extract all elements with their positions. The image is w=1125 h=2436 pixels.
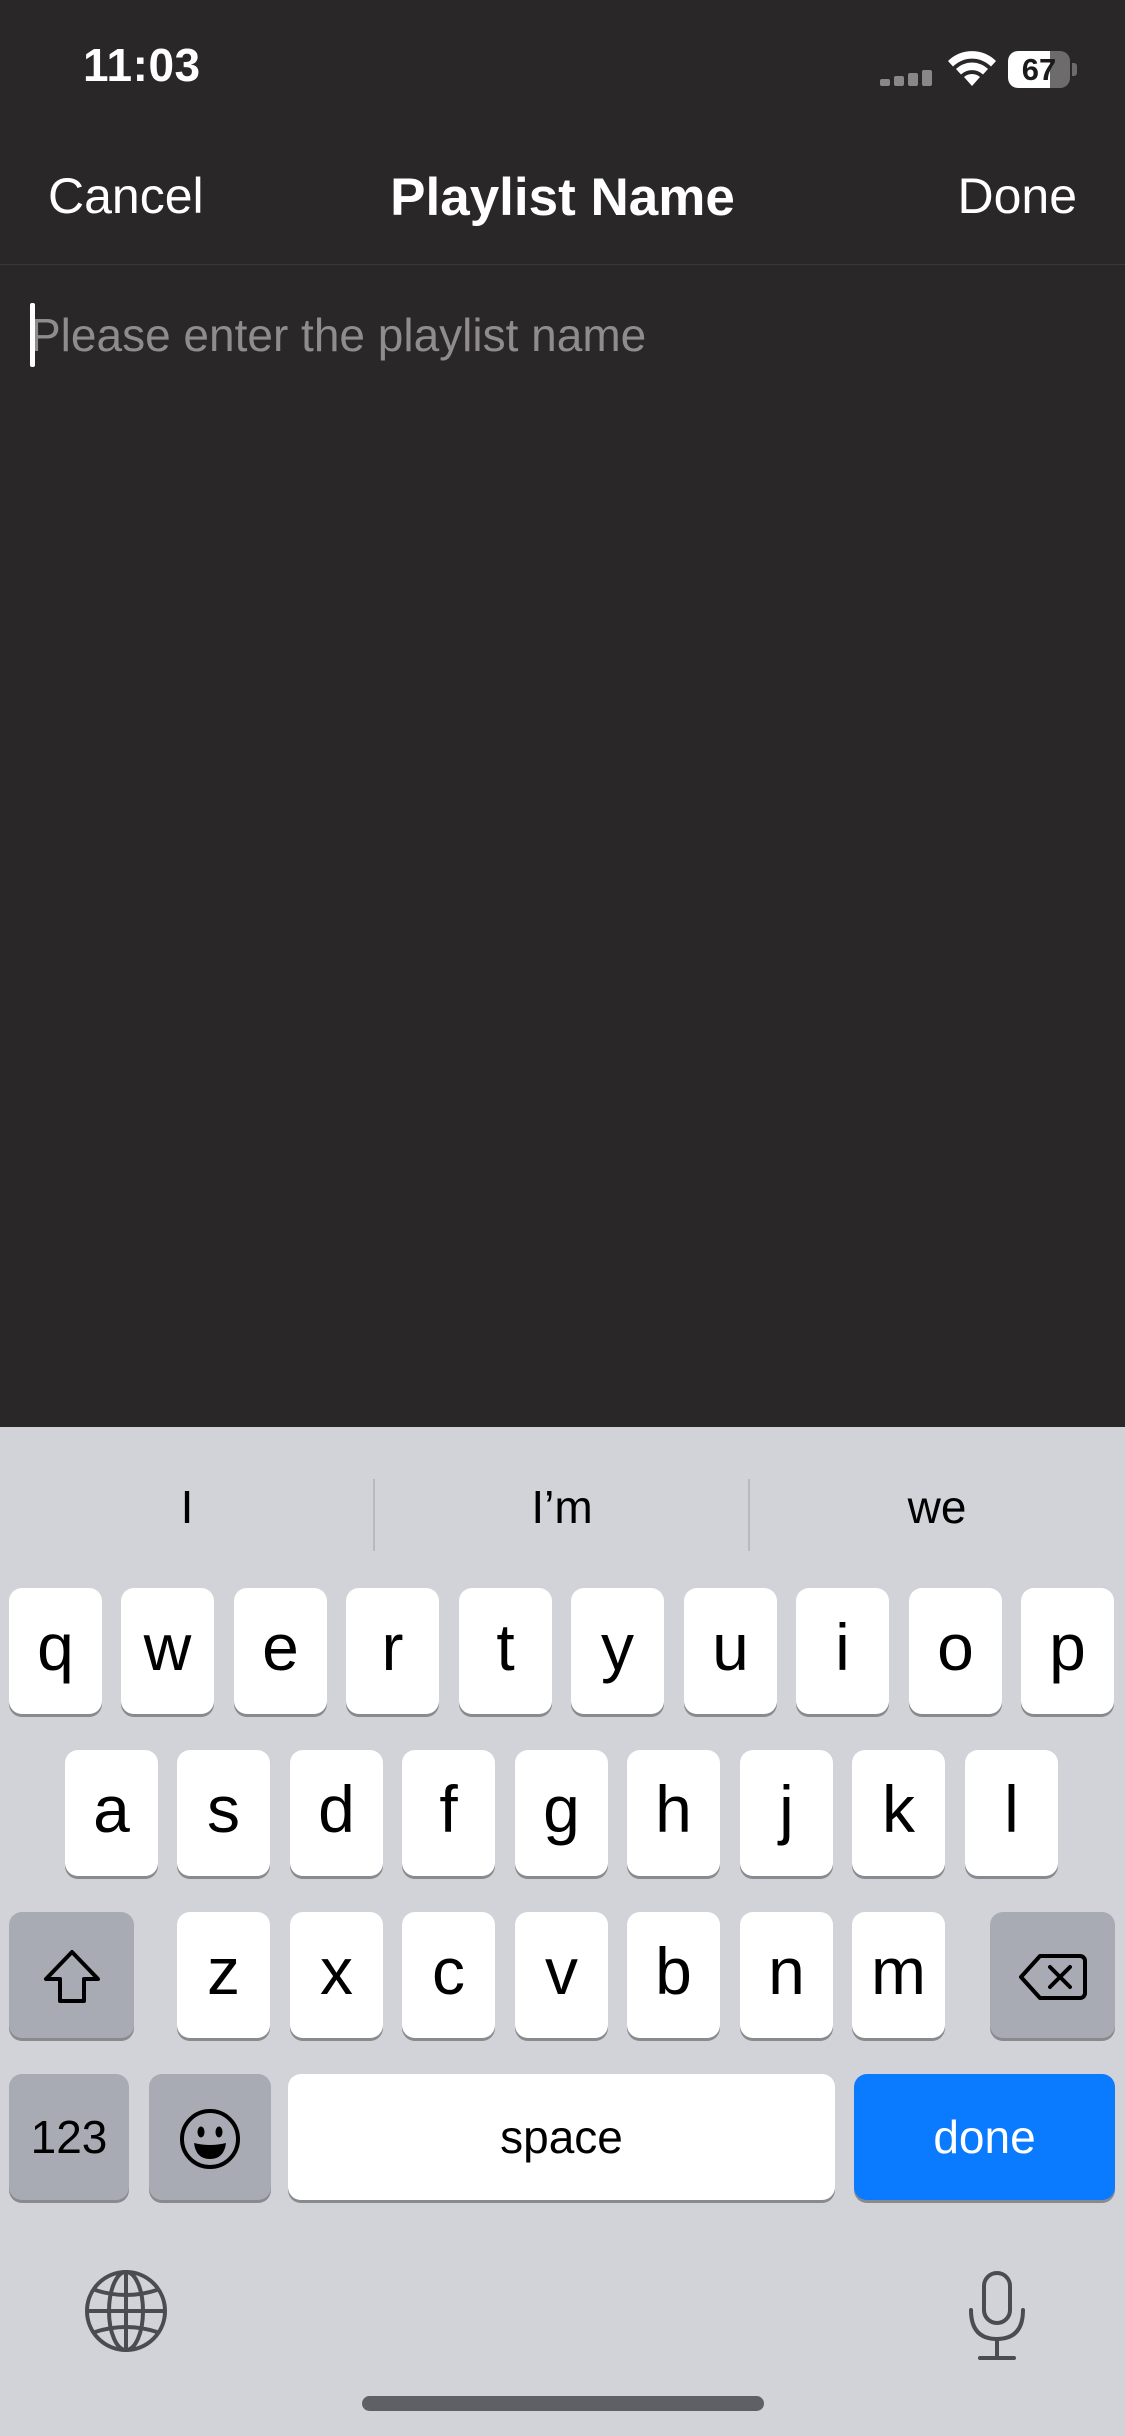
- delete-icon: [1018, 1953, 1087, 2000]
- key-f[interactable]: f: [402, 1750, 495, 1876]
- key-j[interactable]: j: [740, 1750, 833, 1876]
- key-e[interactable]: e: [234, 1588, 327, 1714]
- battery-icon: 67: [1008, 51, 1077, 88]
- microphone-icon[interactable]: [964, 2270, 1030, 2362]
- battery-percent: 67: [1021, 52, 1057, 87]
- keyboard-done-key[interactable]: done: [854, 2074, 1115, 2200]
- key-p[interactable]: p: [1021, 1588, 1114, 1714]
- key-t[interactable]: t: [459, 1588, 552, 1714]
- playlist-name-screen: 11:03 67 Cancel Playlist Name Done Pleas…: [0, 0, 1125, 2436]
- globe-icon[interactable]: [83, 2268, 169, 2354]
- key-y[interactable]: y: [571, 1588, 664, 1714]
- key-i[interactable]: i: [796, 1588, 889, 1714]
- playlist-name-input[interactable]: [30, 300, 1090, 370]
- key-w[interactable]: w: [121, 1588, 214, 1714]
- key-z[interactable]: z: [177, 1912, 270, 2038]
- shift-icon: [43, 1949, 100, 2003]
- key-c[interactable]: c: [402, 1912, 495, 2038]
- numbers-key[interactable]: 123: [9, 2074, 129, 2200]
- suggestion-bar: I I’m we: [0, 1427, 1125, 1587]
- key-s[interactable]: s: [177, 1750, 270, 1876]
- text-cursor: [30, 303, 35, 367]
- delete-key[interactable]: [990, 1912, 1115, 2038]
- home-indicator[interactable]: [362, 2396, 764, 2411]
- emoji-key[interactable]: [149, 2074, 271, 2200]
- key-g[interactable]: g: [515, 1750, 608, 1876]
- key-n[interactable]: n: [740, 1912, 833, 2038]
- space-key[interactable]: space: [288, 2074, 835, 2200]
- key-q[interactable]: q: [9, 1588, 102, 1714]
- key-r[interactable]: r: [346, 1588, 439, 1714]
- key-b[interactable]: b: [627, 1912, 720, 2038]
- key-h[interactable]: h: [627, 1750, 720, 1876]
- status-bar: 11:03 67: [0, 0, 1125, 135]
- key-v[interactable]: v: [515, 1912, 608, 2038]
- key-l[interactable]: l: [965, 1750, 1058, 1876]
- done-button[interactable]: Done: [957, 167, 1077, 225]
- key-o[interactable]: o: [909, 1588, 1002, 1714]
- key-u[interactable]: u: [684, 1588, 777, 1714]
- suggestion-3[interactable]: we: [750, 1467, 1124, 1547]
- suggestion-2[interactable]: I’m: [375, 1467, 749, 1547]
- key-m[interactable]: m: [852, 1912, 945, 2038]
- key-k[interactable]: k: [852, 1750, 945, 1876]
- status-time: 11:03: [83, 39, 201, 91]
- shift-key[interactable]: [9, 1912, 134, 2038]
- key-x[interactable]: x: [290, 1912, 383, 2038]
- wifi-icon: [948, 51, 996, 86]
- cellular-signal-icon: [880, 70, 932, 86]
- cancel-button[interactable]: Cancel: [48, 167, 204, 225]
- navigation-bar: Cancel Playlist Name Done: [0, 135, 1125, 265]
- emoji-icon: [180, 2108, 240, 2169]
- key-a[interactable]: a: [65, 1750, 158, 1876]
- suggestion-1[interactable]: I: [0, 1467, 374, 1547]
- playlist-name-field: [0, 266, 1125, 426]
- key-d[interactable]: d: [290, 1750, 383, 1876]
